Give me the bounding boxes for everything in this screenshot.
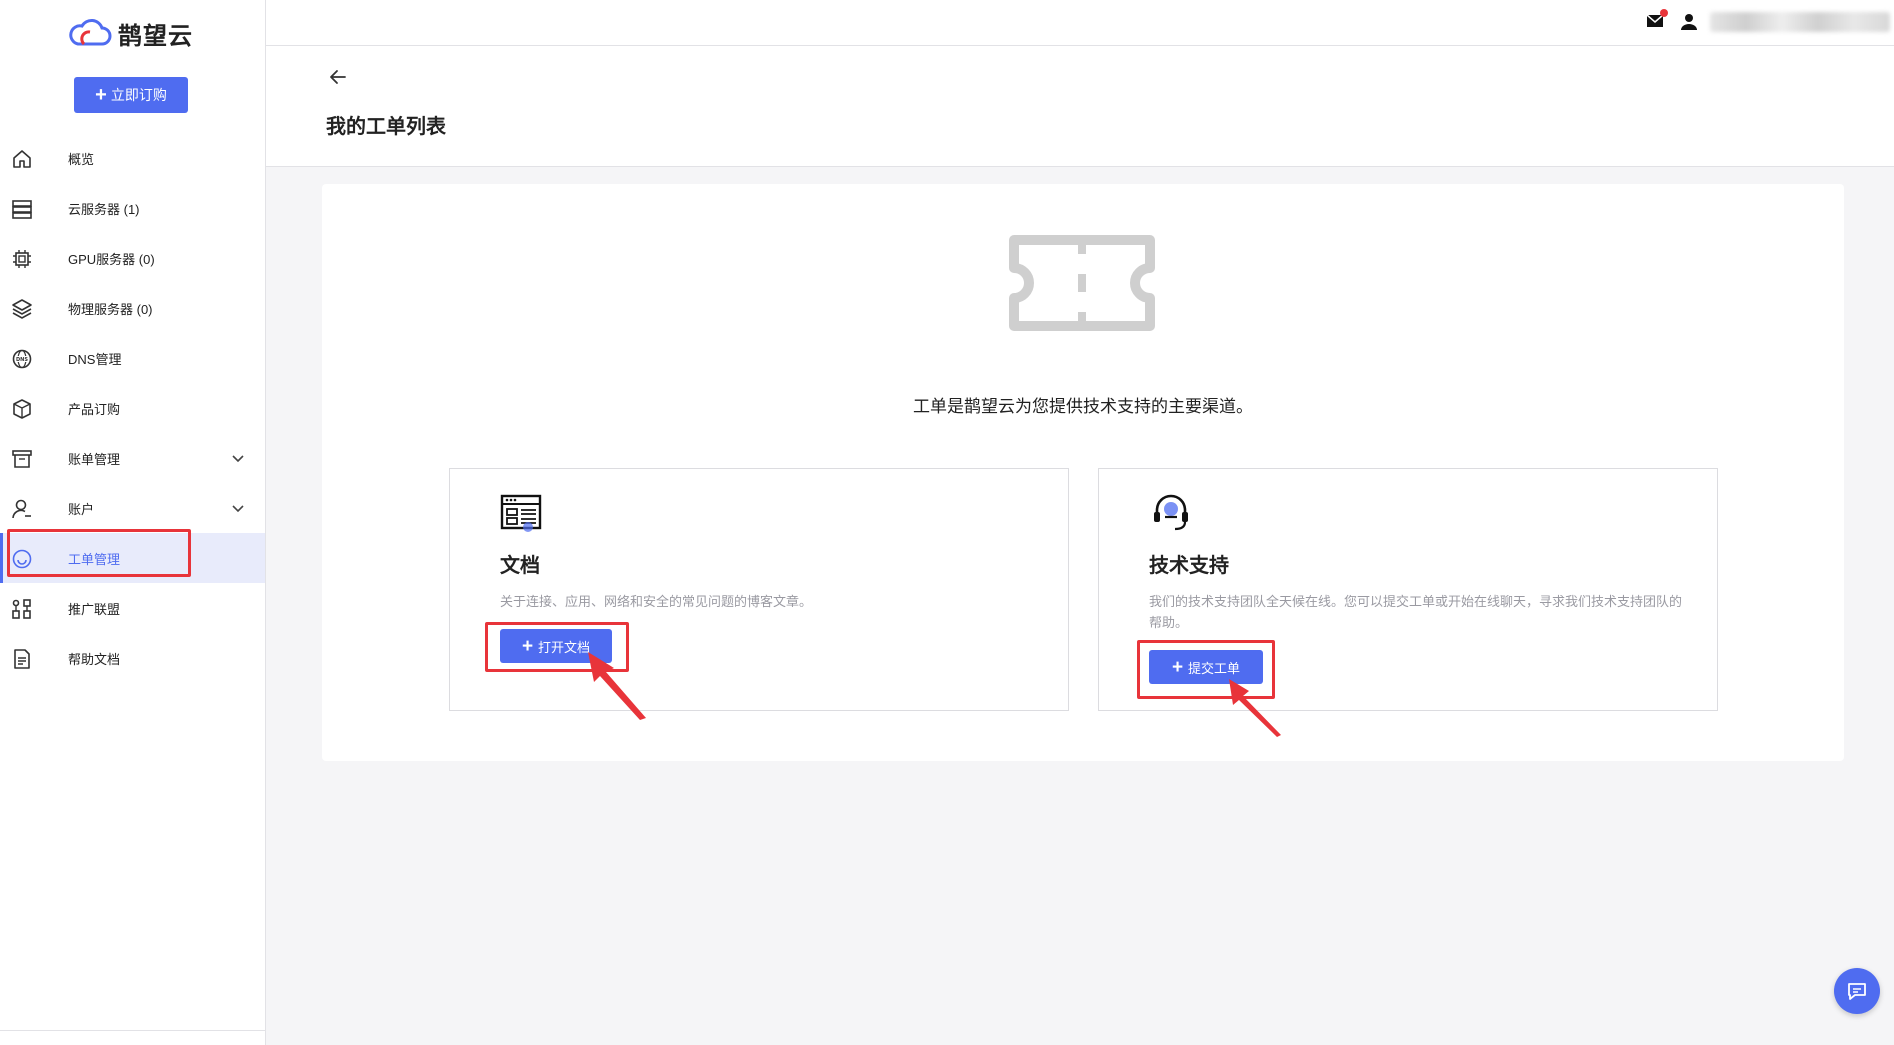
plus-icon: +	[521, 635, 534, 657]
open-docs-button[interactable]: + 打开文档	[500, 629, 612, 663]
user-account-icon	[12, 499, 31, 519]
headset-icon	[1154, 494, 1188, 531]
sidebar-item-label: GPU服务器 (0)	[68, 251, 155, 267]
server-icon	[12, 200, 32, 219]
support-description: 我们的技术支持团队全天候在线。您可以提交工单或开始在线聊天，寻求我们技术支持团队…	[1149, 594, 1683, 630]
submit-ticket-button[interactable]: + 提交工单	[1149, 650, 1263, 684]
sidebar-item-affiliate[interactable]: 推广联盟	[0, 583, 265, 633]
box-icon	[13, 399, 31, 419]
user-name-blurred[interactable]	[1710, 12, 1890, 32]
sidebar-item-label: 推广联盟	[68, 601, 121, 617]
cloud-logo-icon	[69, 19, 112, 46]
plus-icon: +	[1171, 656, 1184, 678]
sidebar-item-cloud-servers[interactable]: 云服务器 (1)	[0, 183, 265, 233]
billing-icon	[12, 450, 32, 468]
order-now-button[interactable]: + 立即订购	[74, 77, 188, 113]
sidebar-item-label: DNS管理	[68, 351, 122, 367]
docs-panel: 文档 关于连接、应用、网络和安全的常见问题的博客文章。 + 打开文档	[449, 468, 1069, 711]
sidebar-item-label: 帮助文档	[68, 651, 121, 667]
chat-button[interactable]	[1834, 968, 1880, 1014]
sidebar-item-product-order[interactable]: 产品订购	[0, 383, 265, 433]
document-icon	[14, 649, 30, 669]
submit-ticket-label: 提交工单	[1188, 660, 1241, 676]
sidebar-item-label: 云服务器 (1)	[68, 201, 140, 217]
intro-text: 工单是鹊望云为您提供技术支持的主要渠道。	[913, 397, 1253, 416]
chat-bubble-icon	[1848, 983, 1866, 1000]
sidebar-item-billing[interactable]: 账单管理	[0, 433, 265, 483]
sidebar-item-overview[interactable]: 概览	[0, 133, 265, 183]
page-title: 我的工单列表	[326, 116, 446, 138]
sidebar-item-account[interactable]: 账户	[0, 483, 265, 533]
sidebar-item-gpu-servers[interactable]: GPU服务器 (0)	[0, 233, 265, 283]
chevron-down-icon[interactable]	[230, 450, 246, 466]
affiliate-icon	[12, 599, 31, 619]
support-panel: 技术支持 我们的技术支持团队全天候在线。您可以提交工单或开始在线聊天，寻求我们技…	[1098, 468, 1718, 711]
docs-title: 文档	[500, 555, 540, 577]
sidebar-nav: 概览 云服务器 (1) GPU服务器 (0) 物理服务器 (0) DNS DNS…	[0, 133, 265, 683]
sidebar-item-label: 工单管理	[68, 551, 121, 567]
sidebar-item-tickets[interactable]: 工单管理	[0, 533, 265, 583]
docs-description: 关于连接、应用、网络和安全的常见问题的博客文章。	[500, 594, 813, 609]
layers-icon	[12, 299, 32, 319]
notification-dot	[1660, 9, 1668, 17]
ticket-intro-card: 工单是鹊望云为您提供技术支持的主要渠道。 文档 关于连接、应用、网络和安全的常见…	[322, 184, 1844, 761]
sidebar: 鹊望云 + 立即订购 概览 云服务器 (1) GPU服务器 (0) 物理服务器 …	[0, 0, 266, 1045]
chevron-down-icon[interactable]	[230, 500, 246, 516]
back-arrow-icon[interactable]	[328, 67, 348, 87]
sidebar-item-help-docs[interactable]: 帮助文档	[0, 633, 265, 683]
svg-text:DNS: DNS	[16, 357, 28, 363]
support-title: 技术支持	[1149, 555, 1229, 577]
brand-logo[interactable]: 鹊望云	[68, 16, 193, 50]
sidebar-item-label: 账户	[68, 501, 95, 517]
sidebar-item-label: 概览	[68, 151, 95, 167]
sidebar-item-label: 产品订购	[68, 401, 121, 417]
sidebar-item-physical-servers[interactable]: 物理服务器 (0)	[0, 283, 265, 333]
home-icon	[13, 150, 31, 168]
brand-name: 鹊望云	[118, 22, 193, 50]
browser-window-icon	[500, 494, 542, 532]
order-now-label: 立即订购	[110, 87, 167, 103]
sidebar-footer	[0, 1030, 265, 1045]
sidebar-item-dns[interactable]: DNS DNS管理	[0, 333, 265, 383]
sidebar-item-label: 物理服务器 (0)	[68, 301, 153, 317]
smile-icon	[12, 549, 32, 569]
chip-icon	[13, 250, 31, 268]
page-header: 我的工单列表	[266, 46, 1894, 167]
sidebar-item-label: 账单管理	[68, 451, 121, 467]
dns-globe-icon: DNS	[12, 349, 32, 369]
plus-icon: +	[95, 84, 107, 106]
user-icon[interactable]	[1680, 13, 1698, 31]
open-docs-label: 打开文档	[538, 639, 591, 655]
ticket-illustration-icon	[1009, 235, 1155, 331]
